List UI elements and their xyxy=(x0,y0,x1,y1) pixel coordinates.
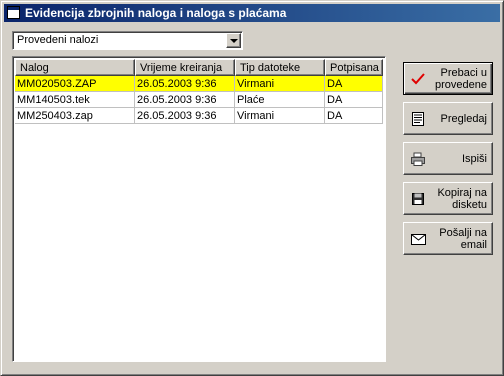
cell-nalog: MM020503.ZAP xyxy=(15,76,135,92)
pregledaj-button[interactable]: Pregledaj xyxy=(403,102,493,135)
chevron-down-icon xyxy=(230,39,238,43)
kopiraj-na-disketu-button[interactable]: Kopiraj na disketu xyxy=(403,182,493,215)
posalji-na-email-button[interactable]: Pošalji na email xyxy=(403,222,493,255)
cell-tip-datoteke: Plaće xyxy=(235,92,325,108)
cell-potpisana: DA xyxy=(325,76,383,92)
column-header-vrijeme-kreiranja[interactable]: Vrijeme kreiranja xyxy=(135,59,235,76)
window-title: Evidencija zbrojnih naloga i naloga s pl… xyxy=(25,6,287,20)
prebaci-u-provedene-label: Prebaci u provedene xyxy=(435,66,487,91)
table-row[interactable]: MM020503.ZAP 26.05.2003 9:36 Virmani DA xyxy=(15,76,383,92)
column-header-potpisana[interactable]: Potpisana xyxy=(325,59,383,76)
table-header: Nalog Vrijeme kreiranja Tip datoteke Pot… xyxy=(15,59,383,76)
table-row[interactable]: MM250403.zap 26.05.2003 9:36 Virmani DA xyxy=(15,108,383,124)
cell-nalog: MM250403.zap xyxy=(15,108,135,124)
cell-potpisana: DA xyxy=(325,92,383,108)
pregledaj-label: Pregledaj xyxy=(440,112,487,125)
cell-potpisana: DA xyxy=(325,108,383,124)
cell-vrijeme-kreiranja: 26.05.2003 9:36 xyxy=(135,92,235,108)
column-header-nalog[interactable]: Nalog xyxy=(15,59,135,76)
title-bar[interactable]: Evidencija zbrojnih naloga i naloga s pl… xyxy=(4,4,500,22)
table-row[interactable]: MM140503.tek 26.05.2003 9:36 Plaće DA xyxy=(15,92,383,108)
cell-tip-datoteke: Virmani xyxy=(235,108,325,124)
cell-tip-datoteke: Virmani xyxy=(235,76,325,92)
filter-dropdown[interactable]: Provedeni nalozi xyxy=(12,31,243,50)
filter-dropdown-value: Provedeni nalozi xyxy=(17,34,99,46)
prebaci-u-provedene-button[interactable]: Prebaci u provedene xyxy=(403,62,493,95)
ispisi-label: Ispiši xyxy=(461,152,487,165)
kopiraj-na-disketu-label: Kopiraj na disketu xyxy=(437,186,487,211)
cell-vrijeme-kreiranja: 26.05.2003 9:36 xyxy=(135,76,235,92)
app-window-icon xyxy=(7,6,20,19)
cell-nalog: MM140503.tek xyxy=(15,92,135,108)
posalji-na-email-label: Pošalji na email xyxy=(439,226,487,251)
dropdown-arrow-button[interactable] xyxy=(226,33,241,48)
column-header-tip-datoteke[interactable]: Tip datoteke xyxy=(235,59,325,76)
main-window: Evidencija zbrojnih naloga i naloga s pl… xyxy=(0,0,504,376)
ispisi-button[interactable]: Ispiši xyxy=(403,142,493,175)
cell-vrijeme-kreiranja: 26.05.2003 9:36 xyxy=(135,108,235,124)
orders-table[interactable]: Nalog Vrijeme kreiranja Tip datoteke Pot… xyxy=(12,56,386,362)
